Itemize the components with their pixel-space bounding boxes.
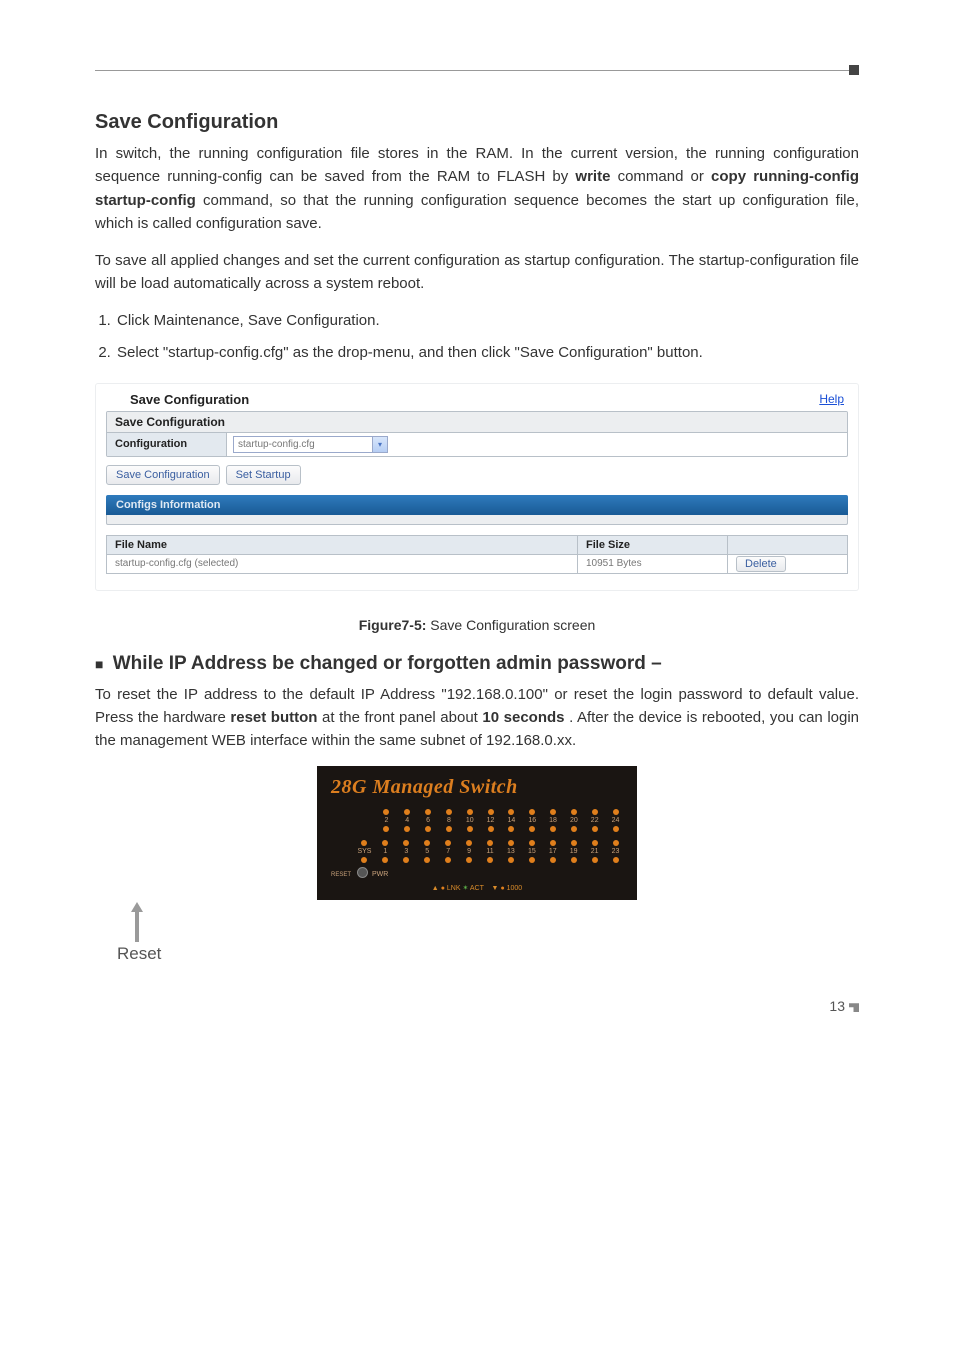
triangle-up-icon: ▲ (432, 885, 439, 892)
bullet-icon: ■ (95, 656, 103, 672)
port-led: 11 (483, 840, 498, 863)
port-led: 12 (483, 809, 498, 832)
port-led: 23 (608, 840, 623, 863)
reset-caption: Reset (95, 944, 161, 964)
port-led: 13 (503, 840, 518, 863)
port-led: 4 (400, 809, 415, 832)
port-led: 24 (608, 809, 623, 832)
section-title-save-config: Save Configuration (95, 111, 859, 134)
cmd-write: write (575, 168, 610, 185)
help-link[interactable]: Help (819, 392, 844, 406)
port-led: 10 (462, 809, 477, 832)
port-led: 6 (421, 809, 436, 832)
col-file-name: File Name (107, 535, 578, 554)
save-config-para1: In switch, the running configuration fil… (95, 142, 859, 235)
chevron-down-icon: ▾ (372, 437, 387, 452)
subsection-text: While IP Address be changed or forgotten… (107, 653, 661, 674)
port-led: 20 (566, 809, 581, 832)
set-startup-button[interactable]: Set Startup (226, 465, 301, 485)
switch-front-panel: 28G Managed Switch 2 4 6 8 10 12 14 16 1… (317, 766, 637, 900)
band-spacer (106, 515, 848, 525)
port-led: 8 (441, 809, 456, 832)
save-config-groupbox: Save Configuration Configuration startup… (106, 411, 848, 457)
port-led: 21 (587, 840, 602, 863)
cmd-10-seconds: 10 seconds (482, 709, 564, 726)
port-led: 1 (378, 840, 393, 863)
port-led: 9 (462, 840, 477, 863)
led-legend: ▲ ● LNK ✶ ACT ▼ ● 1000 (331, 884, 623, 892)
pwr-indicator: PWR (357, 867, 388, 878)
text: command or (618, 168, 711, 185)
port-led: 14 (504, 809, 519, 832)
configuration-select-value: startup-config.cfg (238, 439, 315, 450)
star-icon: ✶ (462, 885, 468, 892)
text: command, so that the running configurati… (95, 192, 859, 232)
col-file-size: File Size (578, 535, 728, 554)
port-led: 3 (399, 840, 414, 863)
port-led: 7 (441, 840, 456, 863)
port-led: 5 (420, 840, 435, 863)
port-led: 18 (546, 809, 561, 832)
reset-arrow-icon (95, 902, 147, 942)
configuration-label: Configuration (107, 433, 227, 456)
reset-label: RESET (331, 872, 351, 878)
page-number: 13 (95, 998, 859, 1014)
panel-title: Save Configuration (130, 392, 249, 407)
configs-table: File Name File Size startup-config.cfg (… (106, 535, 848, 574)
configuration-select[interactable]: startup-config.cfg ▾ (233, 436, 388, 453)
delete-button[interactable]: Delete (736, 556, 786, 572)
corner-marker (849, 65, 859, 75)
section-title-ip-reset: ■ While IP Address be changed or forgott… (95, 653, 859, 675)
page-number-value: 13 (829, 998, 845, 1014)
port-led: 17 (545, 840, 560, 863)
switch-model-title: 28G Managed Switch (331, 776, 623, 799)
table-row: startup-config.cfg (selected) 10951 Byte… (107, 554, 848, 573)
groupbox-title: Save Configuration (107, 412, 847, 433)
figure-text: Save Configuration screen (426, 617, 595, 633)
sys-led: SYS (357, 840, 372, 863)
configs-information-band: Configs Information (106, 495, 848, 515)
text: at the front panel about (322, 709, 482, 726)
switch-image: 28G Managed Switch 2 4 6 8 10 12 14 16 1… (95, 766, 859, 964)
triangle-down-icon: ▼ (492, 885, 499, 892)
port-led: 2 (379, 809, 394, 832)
port-led: 22 (587, 809, 602, 832)
step-2: Select "startup-config.cfg" as the drop-… (115, 342, 859, 365)
col-action (728, 535, 848, 554)
step-1: Click Maintenance, Save Configuration. (115, 310, 859, 333)
legend-1000: 1000 (507, 885, 523, 892)
save-configuration-button[interactable]: Save Configuration (106, 465, 220, 485)
legend-act: ACT (470, 885, 484, 892)
legend-lnk: LNK (447, 885, 461, 892)
top-divider (95, 70, 859, 71)
port-led: 19 (566, 840, 581, 863)
figure-caption: Figure7-5: Save Configuration screen (95, 617, 859, 633)
save-config-screenshot: Save Configuration Help Save Configurati… (95, 383, 859, 591)
figure-label: Figure7-5: (359, 617, 427, 633)
file-size-cell: 10951 Bytes (578, 554, 728, 573)
port-led: 16 (525, 809, 540, 832)
save-config-para2: To save all applied changes and set the … (95, 249, 859, 296)
file-name-cell: startup-config.cfg (selected) (107, 554, 578, 573)
pwr-label: PWR (372, 871, 388, 878)
pwr-led-icon (357, 867, 368, 878)
steps-list: Click Maintenance, Save Configuration. S… (95, 310, 859, 365)
port-led: 15 (524, 840, 539, 863)
page-corner-icon (849, 1003, 859, 1012)
ip-reset-para: To reset the IP address to the default I… (95, 683, 859, 753)
cmd-reset-button: reset button (230, 709, 317, 726)
